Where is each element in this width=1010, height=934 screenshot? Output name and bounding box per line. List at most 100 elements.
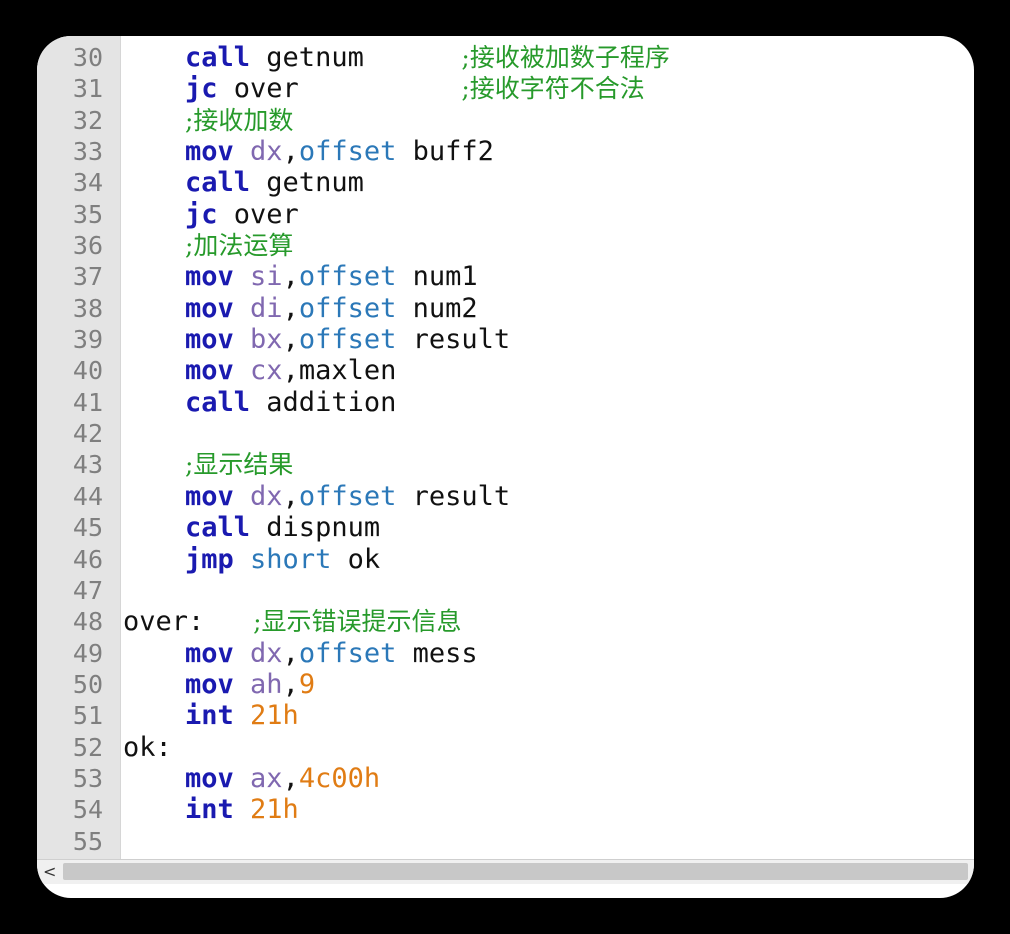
code-line[interactable]: 52 ok:	[37, 732, 974, 763]
line-number: 36	[72, 231, 103, 261]
code-line[interactable]: 40 mov cx,maxlen	[37, 355, 974, 386]
line-text: jc over ;接收字符不合法	[123, 73, 645, 104]
code-line[interactable]: 31 jc over ;接收字符不合法	[37, 73, 974, 104]
keyword-token: mov	[185, 136, 234, 168]
code-line[interactable]: 51 int 21h	[37, 700, 974, 731]
horizontal-scrollbar[interactable]: <	[37, 859, 974, 884]
keyword-token: call	[185, 512, 251, 544]
keyword-token: int	[185, 794, 234, 826]
line-number: 49	[72, 638, 103, 668]
code-line[interactable]: 41 call addition	[37, 387, 974, 418]
code-line[interactable]: 53 mov ax,4c00h	[37, 763, 974, 794]
code-line[interactable]: 37 mov si,offset num1	[37, 261, 974, 292]
code-line[interactable]: 47	[37, 575, 974, 606]
code-line[interactable]: 32 ;接收加数	[37, 105, 974, 136]
code-line[interactable]: 30 call getnum ;接收被加数子程序	[37, 42, 974, 73]
line-text: int 21h	[123, 700, 299, 731]
keyword-token: jc	[185, 198, 218, 230]
line-number: 55	[72, 826, 103, 856]
operand-token: ok	[347, 543, 381, 575]
line-text: mov dx,offset mess	[123, 638, 478, 669]
scrollbar-thumb[interactable]	[63, 863, 968, 880]
operand-token: getnum	[266, 42, 364, 73]
line-number: 52	[72, 732, 103, 762]
code-line[interactable]: 34 call getnum	[37, 167, 974, 198]
code-line[interactable]: 35 jc over	[37, 199, 974, 230]
code-area[interactable]: 30 call getnum ;接收被加数子程序 31 jc over ;接收字符不合…	[37, 42, 974, 857]
comment-token: ;显示错误提示信息	[253, 607, 462, 637]
code-line[interactable]: 44 mov dx,offset result	[37, 481, 974, 512]
line-number: 46	[72, 544, 103, 574]
scroll-left-arrow-icon[interactable]: <	[43, 862, 56, 881]
line-text: call getnum	[123, 167, 364, 198]
code-line[interactable]: 48 over: ;显示错误提示信息	[37, 606, 974, 637]
operand-token: ,	[282, 637, 299, 669]
code-line[interactable]: 38 mov di,offset num2	[37, 293, 974, 324]
line-text: mov bx,offset result	[123, 324, 510, 355]
register-token: ah	[250, 668, 283, 700]
code-line[interactable]: 46 jmp short ok	[37, 544, 974, 575]
register-token: di	[250, 292, 283, 324]
comment-token: ;加法运算	[185, 231, 294, 261]
code-line[interactable]: 54 int 21h	[37, 794, 974, 825]
line-text: mov dx,offset buff2	[123, 136, 494, 167]
line-number: 51	[72, 701, 103, 731]
code-line[interactable]: 39 mov bx,offset result	[37, 324, 974, 355]
keyword-token: mov	[185, 324, 234, 356]
operand-token: addition	[266, 386, 397, 418]
line-number: 50	[72, 669, 103, 699]
operand-token: mess	[412, 637, 478, 669]
line-number: 44	[72, 481, 103, 511]
code-line[interactable]: 36 ;加法运算	[37, 230, 974, 261]
operand-token: num2	[412, 292, 478, 324]
operand-token: buff2	[412, 136, 494, 168]
keyword-token: mov	[185, 292, 234, 324]
directive-token: short	[250, 543, 332, 575]
comment-token: ;接收字符不合法	[461, 74, 645, 104]
number-token: 21h	[250, 700, 299, 732]
operand-token: result	[412, 480, 511, 512]
keyword-token: mov	[185, 637, 234, 669]
operand-token: result	[412, 324, 511, 356]
line-number: 47	[72, 575, 103, 605]
code-line[interactable]: 49 mov dx,offset mess	[37, 638, 974, 669]
operand-token: ,	[282, 292, 299, 324]
operand-token: getnum	[266, 167, 364, 199]
line-text: mov di,offset num2	[123, 293, 478, 324]
line-text: call getnum ;接收被加数子程序	[123, 42, 670, 73]
label-token: over:	[123, 606, 205, 638]
code-line[interactable]: 33 mov dx,offset buff2	[37, 136, 974, 167]
line-number: 54	[72, 795, 103, 825]
code-line[interactable]: 42	[37, 418, 974, 449]
number-token: 21h	[250, 794, 299, 826]
operand-token: ,	[282, 261, 299, 293]
keyword-token: call	[185, 167, 251, 199]
code-line[interactable]: 45 call dispnum	[37, 512, 974, 543]
line-text: call addition	[123, 387, 396, 418]
number-token: 4c00h	[298, 762, 381, 794]
directive-token: offset	[298, 136, 397, 168]
line-number: 33	[72, 137, 103, 167]
code-line[interactable]: 50 mov ah,9	[37, 669, 974, 700]
line-text: mov dx,offset result	[123, 481, 510, 512]
code-line[interactable]: 55	[37, 826, 974, 857]
keyword-token: jmp	[185, 543, 234, 575]
register-token: bx	[250, 324, 283, 356]
register-token: ax	[250, 762, 283, 794]
line-number: 30	[72, 43, 103, 72]
code-line[interactable]: 43 ;显示结果	[37, 449, 974, 480]
line-text: ;显示结果	[123, 449, 293, 480]
code-editor-window: 30 call getnum ;接收被加数子程序 31 jc over ;接收字符不合…	[37, 36, 974, 898]
